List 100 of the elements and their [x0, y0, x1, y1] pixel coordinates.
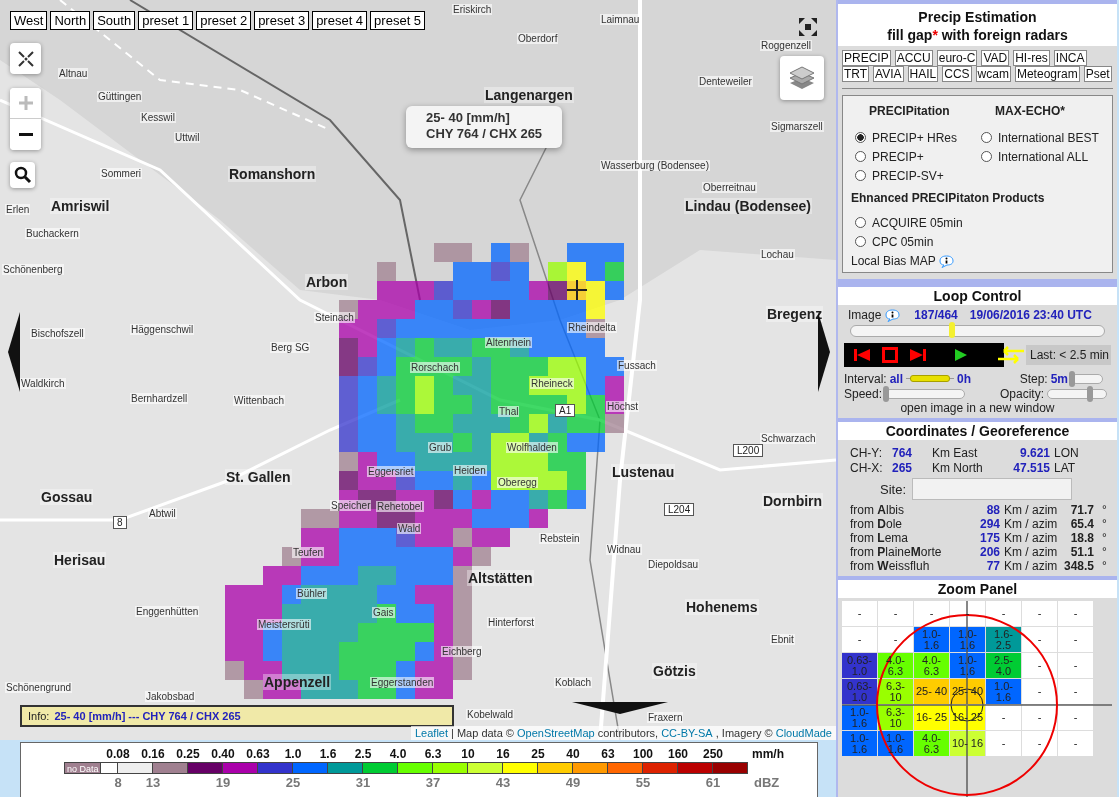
zoom-cell: 1.0-1.6: [986, 679, 1021, 704]
open-image-link[interactable]: open image in a new window: [900, 401, 1055, 415]
info-icon[interactable]: [938, 254, 954, 268]
degree-sign: °: [1101, 531, 1107, 545]
skip-forward-icon: [910, 348, 926, 362]
view-button[interactable]: North: [50, 11, 91, 30]
place-label: Wolfhalden: [506, 442, 558, 453]
product-tab[interactable]: Pset: [1083, 66, 1112, 82]
view-button[interactable]: preset 4: [312, 11, 368, 30]
place-label: Schönenberg: [2, 264, 64, 275]
place-label: Koblach: [554, 677, 593, 688]
zoom-cell: -: [1022, 601, 1057, 626]
legend-dbz-value: 49: [565, 775, 581, 790]
slider-thumb[interactable]: [1086, 385, 1093, 402]
legend-value: 0.08: [106, 746, 130, 761]
site-input[interactable]: [912, 478, 1072, 500]
slider-thumb[interactable]: [1069, 370, 1075, 387]
attribution-link[interactable]: Leaflet: [415, 727, 448, 739]
info-icon[interactable]: [885, 308, 901, 322]
radio-option[interactable]: ACQUIRE 05min: [851, 213, 1104, 232]
radio-button[interactable]: [981, 151, 992, 162]
step-slider[interactable]: [1071, 373, 1103, 384]
interval-slider[interactable]: [906, 373, 955, 384]
radio-button[interactable]: [981, 132, 992, 143]
zoom-cell: 1.0-1.6: [842, 731, 877, 756]
place-label: Häggenschwil: [130, 324, 195, 335]
product-tab[interactable]: Meteogram: [1014, 66, 1080, 82]
radio-button[interactable]: [855, 151, 866, 162]
zoom-cell: 10- 16: [950, 731, 985, 756]
speed-slider[interactable]: [885, 388, 966, 399]
section-title: Loop Control: [932, 288, 1023, 304]
degree-sign: °: [1101, 559, 1107, 573]
radio-option[interactable]: International BEST: [977, 128, 1099, 147]
radio-option[interactable]: PRECIP+: [851, 147, 969, 166]
radio-button[interactable]: [855, 132, 866, 143]
pan-down-icon[interactable]: [572, 702, 668, 714]
place-label: Bühler: [296, 588, 327, 599]
place-label: Sigmarszell: [770, 121, 824, 132]
legend-value: 16: [496, 746, 510, 761]
image-slider[interactable]: [850, 325, 1105, 337]
place-label: Rheineck: [530, 378, 574, 389]
place-label: Rebstein: [539, 533, 581, 544]
product-tab[interactable]: euro-C: [936, 50, 978, 66]
legend-value: 2.5: [354, 746, 372, 761]
zoom-cell: 1.0-1.6: [878, 731, 913, 756]
place-label: Oberegg: [497, 477, 538, 488]
product-tab[interactable]: VAD: [981, 50, 1010, 66]
attribution-link[interactable]: CloudMade: [775, 727, 832, 739]
radio-option[interactable]: International ALL: [977, 147, 1099, 166]
zoom-cell: 6.3- 10: [878, 679, 913, 704]
place-label: Gais: [372, 607, 395, 618]
product-tab[interactable]: wcam: [975, 66, 1011, 82]
attribution-link[interactable]: CC-BY-SA: [661, 727, 713, 739]
radio-button[interactable]: [855, 217, 866, 228]
zoom-cell: -: [986, 731, 1021, 756]
road-number: 8: [113, 516, 127, 529]
radio-button[interactable]: [855, 170, 866, 181]
product-tab[interactable]: AVIA: [873, 66, 904, 82]
attribution-link[interactable]: OpenStreetMap: [516, 727, 595, 739]
slider-thumb[interactable]: [883, 385, 890, 402]
product-tab[interactable]: CCS: [942, 66, 972, 82]
product-tab[interactable]: PRECIP: [842, 50, 891, 66]
collapse-button[interactable]: [10, 43, 41, 74]
pan-left-icon[interactable]: [8, 312, 20, 392]
view-button[interactable]: South: [93, 11, 136, 30]
place-label: Oberdorf: [517, 33, 559, 44]
view-button[interactable]: West: [10, 11, 48, 30]
view-button[interactable]: preset 1: [138, 11, 194, 30]
legend-dbz-value: 19: [215, 775, 231, 790]
radio-button[interactable]: [855, 236, 866, 247]
panel-title: Precip Estimation: [917, 8, 1038, 26]
product-tab[interactable]: TRT: [842, 66, 870, 82]
search-button[interactable]: [10, 162, 35, 188]
place-label: Fraxern: [647, 712, 684, 723]
view-button[interactable]: preset 5: [370, 11, 426, 30]
play-icon: [954, 348, 968, 362]
radio-option[interactable]: PRECIP+ HRes: [851, 128, 969, 147]
product-tab[interactable]: ACCU: [894, 50, 933, 66]
place-label: Heiden: [453, 465, 487, 476]
view-button[interactable]: preset 2: [196, 11, 252, 30]
radar-station: from Dole: [850, 517, 904, 531]
place-label: Thal: [498, 406, 520, 417]
product-tab[interactable]: HAIL: [907, 66, 939, 82]
product-tab[interactable]: INCA: [1053, 50, 1087, 66]
zoom-cell: 25- 40: [914, 679, 949, 704]
radio-option[interactable]: PRECIP-SV+: [851, 166, 969, 185]
view-button[interactable]: preset 3: [254, 11, 310, 30]
slider-thumb[interactable]: [949, 322, 956, 338]
radio-option[interactable]: CPC 05min: [851, 232, 1104, 251]
opacity-slider[interactable]: [1047, 388, 1107, 399]
place-label: Berg SG: [270, 342, 311, 353]
site-label: Site:: [880, 481, 906, 497]
place-label: Lustenau: [611, 464, 676, 480]
timestamp: 19/06/2016 23:40 UTC: [969, 308, 1092, 322]
step-value: 5m: [1050, 371, 1068, 386]
zoom-out-button[interactable]: [10, 119, 41, 150]
zoom-cell: -: [878, 627, 913, 652]
distance-unit: Km / azim: [1003, 531, 1059, 545]
product-tab[interactable]: HI-res: [1013, 50, 1050, 66]
layers-button[interactable]: [780, 56, 824, 100]
